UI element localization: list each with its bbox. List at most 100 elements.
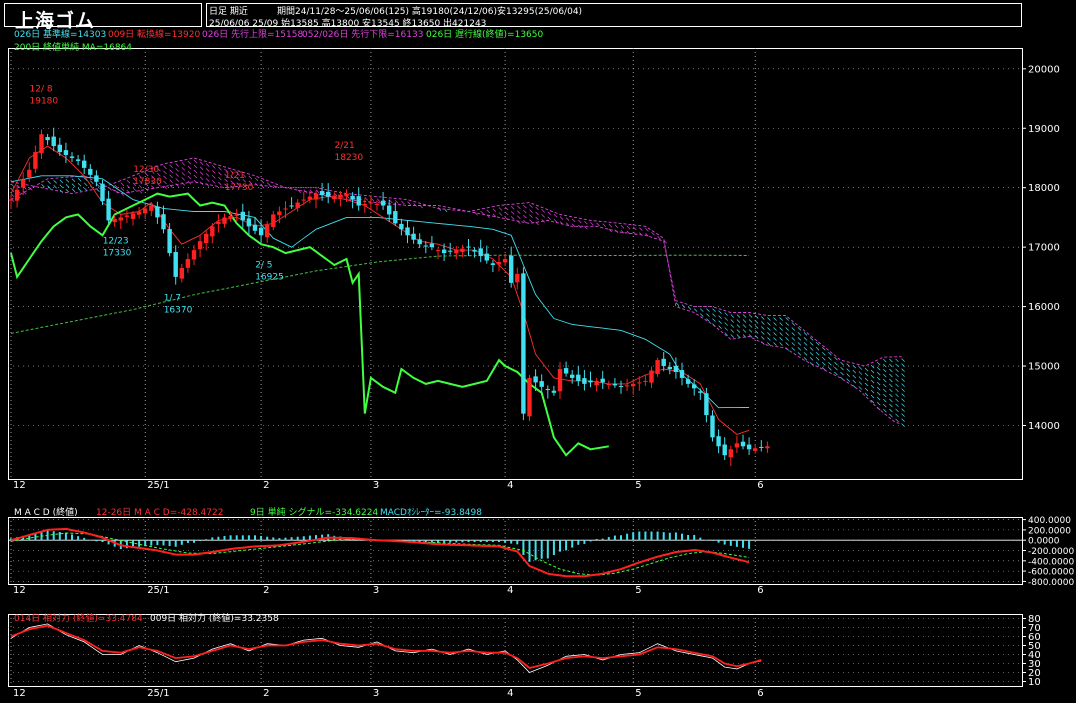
candle-body xyxy=(759,446,764,448)
cloud-hatch xyxy=(193,169,198,174)
cloud-hatch xyxy=(834,371,838,376)
cloud-hatch xyxy=(901,383,905,387)
candle-body xyxy=(27,169,32,178)
cloud-hatch xyxy=(834,366,838,371)
cloud-hatch xyxy=(199,171,204,176)
candle-body xyxy=(704,393,709,416)
candle-body xyxy=(454,250,459,254)
annotation-date: 1/21 xyxy=(225,171,245,181)
x-tick-label: 2 xyxy=(263,480,269,491)
candle-body xyxy=(496,262,502,265)
candle-body xyxy=(753,448,758,451)
cloud-hatch xyxy=(187,165,192,170)
candle-body xyxy=(570,374,575,378)
cloud-hatch xyxy=(901,393,905,397)
cloud-hatch xyxy=(803,347,808,351)
candle-body xyxy=(277,211,282,216)
cloud-hatch xyxy=(876,366,881,371)
y-tick-label: 200.0000 xyxy=(1028,526,1071,536)
cloud-hatch xyxy=(773,327,777,331)
x-tick-label: 4 xyxy=(507,480,513,491)
cloud-hatch xyxy=(193,159,198,164)
cloud-hatch xyxy=(169,164,173,168)
cloud-hatch xyxy=(809,357,814,361)
candle-body xyxy=(441,249,447,254)
cloud-hatch xyxy=(657,236,661,240)
rsi9-line xyxy=(10,623,762,673)
cloud-hatch xyxy=(828,366,832,371)
candle-body xyxy=(100,183,105,202)
cloud-hatch xyxy=(889,368,893,373)
candle-body xyxy=(33,152,38,169)
x-tick-label: 12 xyxy=(13,480,26,491)
cloud-hatch xyxy=(883,358,887,363)
cloud-hatch xyxy=(730,314,735,318)
cloud-hatch xyxy=(785,342,789,346)
candle-body xyxy=(460,248,465,253)
candle-body xyxy=(466,246,471,248)
cloud-hatch xyxy=(779,342,783,346)
candle-body xyxy=(380,200,386,206)
candle-body xyxy=(594,380,599,386)
x-tick-label: 3 xyxy=(373,585,379,596)
cloud-hatch xyxy=(883,393,887,398)
cloud-hatch xyxy=(785,337,789,341)
cloud-hatch xyxy=(895,393,899,398)
cloud-hatch xyxy=(523,204,527,209)
cloud-hatch xyxy=(510,211,515,215)
candle-body xyxy=(14,189,20,201)
candle-body xyxy=(521,273,526,414)
cloud-hatch xyxy=(779,327,783,331)
chart-canvas: 12 25/1 2 3 4 5 6 14000 15000 16000 17000 18000 1900… xyxy=(8,28,1074,699)
cloud-hatch xyxy=(889,378,893,383)
annotation-value: 19180 xyxy=(30,97,59,107)
candle-body xyxy=(57,144,62,153)
cloud-hatch xyxy=(181,162,186,166)
cloud-hatch xyxy=(138,190,143,194)
cloud-hatch xyxy=(529,214,533,218)
cloud-hatch xyxy=(181,177,186,181)
cloud-hatch xyxy=(510,206,515,210)
cloud-hatch xyxy=(864,382,869,387)
cloud-hatch xyxy=(614,224,619,229)
cloud-hatch xyxy=(773,337,777,341)
candle-body xyxy=(740,441,746,447)
cloud-hatch xyxy=(889,373,893,378)
cloud-hatch xyxy=(199,166,204,171)
legend-entry: 026日 基準線=14303 xyxy=(14,28,106,40)
cloud-hatch xyxy=(797,347,802,351)
cloud-hatch xyxy=(187,175,192,180)
candle-body xyxy=(271,214,276,228)
cloud-hatch xyxy=(120,187,125,191)
cloud-hatch xyxy=(83,182,88,187)
cloud-hatch xyxy=(876,386,881,391)
cloud-hatch xyxy=(620,225,625,229)
candle-body xyxy=(545,389,550,391)
legend-entry: 009日 転換線=13920 xyxy=(108,28,200,40)
candle-body xyxy=(734,443,740,448)
cloud-hatch xyxy=(212,170,216,174)
candle-body xyxy=(478,248,483,257)
cloud-hatch xyxy=(791,347,796,351)
cloud-hatch xyxy=(901,423,905,427)
candle-body xyxy=(692,384,697,389)
cloud-hatch xyxy=(578,219,582,224)
cloud-hatch xyxy=(822,356,826,361)
cloud-hatch xyxy=(779,332,783,336)
cloud-hatch xyxy=(864,392,869,397)
cloud-hatch xyxy=(895,383,899,388)
cloud-hatch xyxy=(706,313,710,317)
cloud-hatch xyxy=(53,180,57,184)
cloud-hatch xyxy=(529,209,533,213)
cloud-hatch xyxy=(205,173,210,177)
candle-body xyxy=(69,156,75,158)
cloud-hatch xyxy=(779,337,783,341)
candle-body xyxy=(423,245,428,247)
legend-entry: 026日 先行上限=15158 xyxy=(202,28,303,40)
cloud-hatch xyxy=(212,175,216,179)
cloud-hatch xyxy=(858,386,863,390)
cloud-hatch xyxy=(529,204,533,208)
cloud-hatch xyxy=(876,371,881,376)
cloud-hatch xyxy=(706,308,710,312)
y-tick-label: -200.0000 xyxy=(1028,547,1074,557)
